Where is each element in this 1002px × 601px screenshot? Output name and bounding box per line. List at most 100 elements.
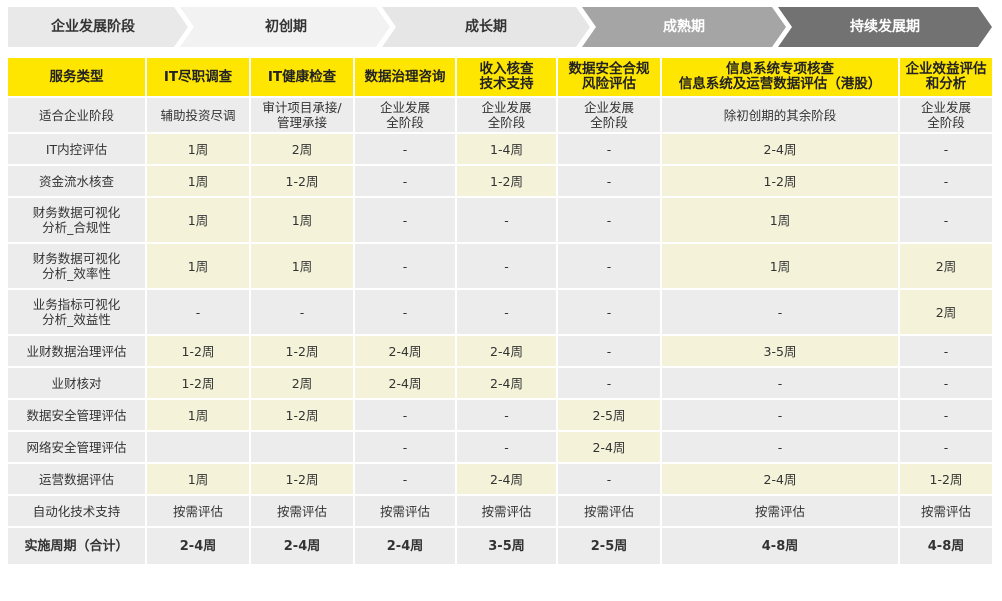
row-label: 业财数据治理评估 [8,336,147,368]
cell-line: 数据安全合规 [568,61,650,77]
table-row: 资金流水核查 1周 1-2周 - 1-2周 - 1-2周 - [8,166,994,198]
cell-line: 1周 [187,407,209,423]
cell-line: 1-4周 [490,141,523,157]
cell-line: 1周 [187,471,209,487]
table-row: 财务数据可视化 分析_合规性 1周 1周 - - - 1周 - [8,198,994,244]
table-cell: 2-4周 [355,336,457,368]
cell-line: - [943,407,949,423]
cell-line: 技术支持 [479,76,534,92]
cell-line: - [943,375,949,391]
cell-line: 2周 [291,141,313,157]
cell-line: - [402,304,408,320]
table-cell: 1-2周 [251,336,355,368]
row-label: 财务数据可视化 分析_效率性 [8,244,147,290]
cell-line: 2-4周 [490,375,523,391]
cell-line: - [402,471,408,487]
cell-line: 1周 [769,212,791,228]
cell-line: 信息系统专项核查 [726,61,834,77]
table-cell: - [355,244,457,290]
table-cell: - [355,464,457,496]
cell-line: 风险评估 [582,76,636,92]
table-cell: 2-4周 [662,464,900,496]
cell-line: 1-2周 [929,471,963,487]
table-cell: - [662,290,900,336]
cell-line: - [943,173,949,189]
table-row: 网络安全管理评估 - - 2-4周 - - [8,432,994,464]
cell-line: 按需评估 [172,503,223,519]
column-header: 企业效益评估 和分析 [900,58,994,98]
table-cell: - [558,134,662,166]
cell-line: 1周 [769,258,791,274]
cell-line: 1-2周 [285,173,319,189]
table-cell: - [457,400,558,432]
table-cell: 2周 [251,134,355,166]
cell-line: 企业发展 [583,100,634,115]
table-cell: - [457,432,558,464]
cell-line: 业财数据治理评估 [26,343,127,359]
cell-line: 审计项目承接/ [262,100,342,115]
table-cell: 按需评估 [147,496,251,528]
cell-line: - [504,212,509,228]
cell-line: - [606,173,612,189]
table-header-row: 服务类型 IT尽职调查 IT健康检查 数据治理咨询 收入核查 技术支持 数据安全合规 风险评估… [8,58,994,98]
row-label: 业财核对 [8,368,147,400]
cell-line: 按需评估 [754,503,805,519]
cell-line: 按需评估 [920,503,971,519]
table-cell: 2-4周 [457,368,558,400]
cell-line: - [606,343,612,359]
table-cell: 1-2周 [900,464,994,496]
table-cell: - [457,244,558,290]
table-cell: - [558,198,662,244]
cell-line: 运营数据评估 [38,471,114,487]
table-cell: 1-2周 [457,166,558,198]
cell-line: 信息系统及运营数据评估（港股） [678,76,882,92]
cell-line: 业财核对 [51,375,102,391]
table-cell: - [355,134,457,166]
cell-line: - [777,304,783,320]
table-cell: 1周 [147,400,251,432]
table-row: 业财核对 1-2周 2周 2-4周 2-4周 - - - [8,368,994,400]
table-cell: 2-4周 [457,336,558,368]
cell-line: 2-4周 [490,471,523,487]
table-cell: - [662,432,900,464]
cell-line: 1周 [291,258,313,274]
table-cell: 2周 [900,244,994,290]
cell-line: - [943,439,949,455]
cell-line: - [299,304,305,320]
table-cell: - [662,368,900,400]
table-cell: 1周 [147,244,251,290]
table-cell: 2周 [251,368,355,400]
table-cell: - [355,290,457,336]
table-cell: 辅助投资尽调 [147,98,251,134]
table-cell: 1-2周 [251,400,355,432]
cell-line: 企业发展 [379,100,430,115]
table-cell: - [355,432,457,464]
cell-line: 按需评估 [481,503,532,519]
total-cell: 2-5周 [558,528,662,566]
row-label: IT内控评估 [8,134,147,166]
cell-line: - [402,212,408,228]
cell-line: 财务数据可视化 [32,251,121,266]
stage-title: 企业发展阶段 [51,19,135,35]
table-cell: 1-2周 [251,166,355,198]
cell-line: 1周 [187,141,209,157]
cell-line: 全阶段 [386,115,424,130]
cell-line: 数据安全管理评估 [26,407,127,423]
table-cell: 除初创期的其余阶段 [662,98,900,134]
cell-line: 3-5周 [763,343,797,359]
cell-line: 2周 [935,258,957,274]
cell-line: 2-4周 [592,439,626,455]
table-cell: 1-2周 [662,166,900,198]
row-label: 业务指标可视化 分析_效益性 [8,290,147,336]
cell-line: IT健康检查 [267,68,337,85]
total-cell: 3-5周 [457,528,558,566]
cell-line: 2周 [291,375,313,391]
cell-line: 企业效益评估 [905,61,987,77]
cell-line: 按需评估 [583,503,634,519]
table-cell: 1-2周 [147,368,251,400]
stage-mature: 成熟期 [663,19,705,35]
cell-line: 1周 [187,258,209,274]
table-row: 运营数据评估 1周 1-2周 - 2-4周 - 2-4周 1-2周 [8,464,994,496]
row-label: 网络安全管理评估 [8,432,147,464]
table-cell: 2-4周 [355,368,457,400]
